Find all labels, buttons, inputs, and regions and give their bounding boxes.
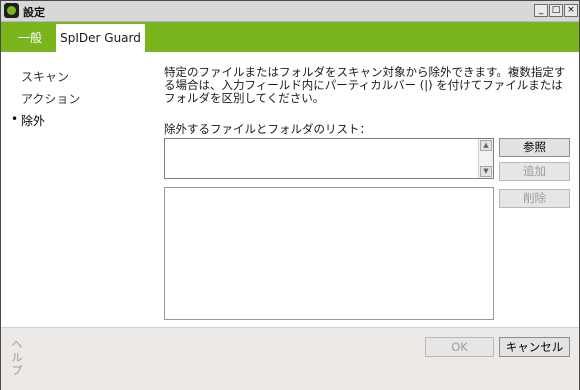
maximize-button[interactable]: □ [549, 4, 563, 17]
settings-content: スキャン アクション • 除外 特定のファイルまたはフォルダをスキャン対象から除… [1, 52, 579, 327]
ok-button[interactable]: OK [425, 337, 494, 357]
app-icon [4, 3, 19, 18]
exclusion-description: 特定のファイルまたはフォルダをスキャン対象から除外できます。複数指定する場合は、… [164, 65, 566, 105]
help-link[interactable]: ヘルプ [11, 338, 23, 377]
delete-button[interactable]: 削除 [499, 189, 570, 208]
add-button[interactable]: 追加 [499, 162, 570, 181]
settings-window: 設定 _ □ × 一般 SpIDer Guard スキャン アクション • 除外… [0, 0, 580, 390]
tab-general[interactable]: 一般 [7, 24, 53, 52]
exclusion-list-label: 除外するファイルとフォルダのリスト： [164, 122, 371, 136]
input-scrollbar[interactable]: ▲ ▼ [478, 139, 493, 178]
footer: ヘルプ OK キャンセル [1, 327, 579, 390]
tab-spider-guard[interactable]: SpIDer Guard [56, 24, 145, 52]
sidebar-item-exclusions[interactable]: • 除外 [11, 112, 46, 129]
close-button[interactable]: × [564, 4, 578, 17]
sidebar-item-scan[interactable]: スキャン [21, 68, 69, 85]
exclusion-path-input[interactable]: ▲ ▼ [164, 138, 494, 179]
cancel-button[interactable]: キャンセル [499, 337, 570, 357]
tab-bar: 一般 SpIDer Guard [1, 22, 579, 52]
exclusion-list[interactable] [164, 187, 494, 320]
title-bar[interactable]: 設定 _ □ × [1, 1, 579, 22]
active-bullet-icon: • [11, 112, 19, 126]
browse-button[interactable]: 参照 [499, 138, 570, 157]
minimize-button[interactable]: _ [534, 4, 548, 17]
scroll-down-icon[interactable]: ▼ [480, 166, 492, 177]
sidebar-item-action[interactable]: アクション [21, 90, 80, 107]
sidebar-item-label: 除外 [21, 114, 46, 128]
window-title: 設定 [23, 6, 45, 19]
scroll-up-icon[interactable]: ▲ [480, 140, 492, 151]
